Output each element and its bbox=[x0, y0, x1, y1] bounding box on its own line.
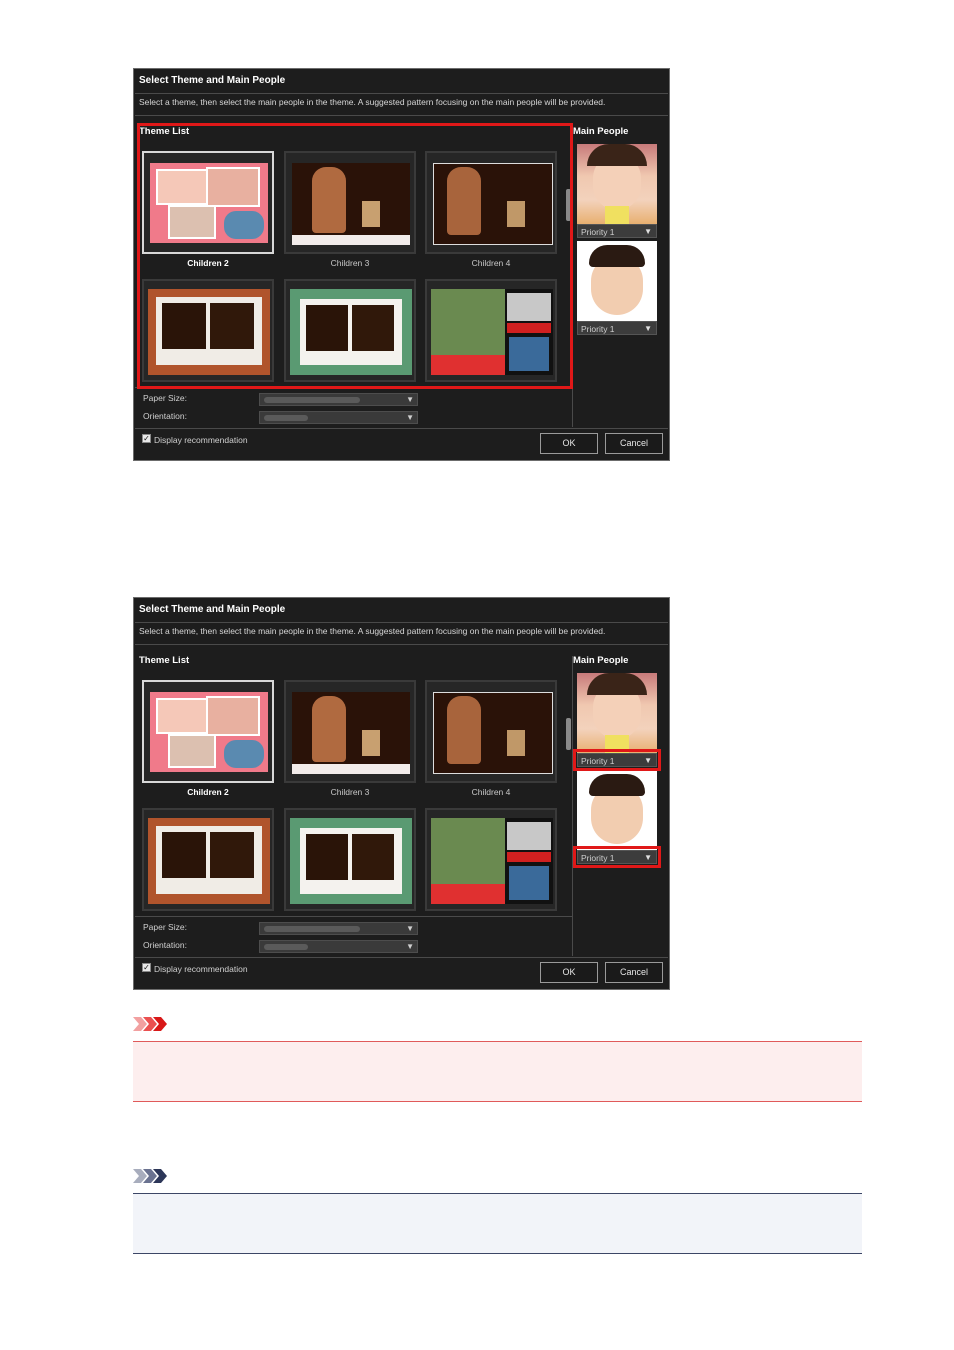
ok-button[interactable]: OK bbox=[540, 962, 598, 983]
main-people-label: Main People bbox=[573, 126, 629, 137]
divider bbox=[572, 656, 573, 956]
theme-thumbnail[interactable] bbox=[142, 151, 274, 254]
theme-caption: Children 2 bbox=[187, 258, 229, 268]
orientation-label: Orientation: bbox=[143, 940, 187, 950]
priority-value: Priority 1 bbox=[581, 324, 615, 334]
dialog-description: Select a theme, then select the main peo… bbox=[139, 626, 606, 636]
important-chevrons-icon bbox=[133, 1017, 167, 1031]
divider bbox=[135, 957, 668, 958]
theme-thumbnail[interactable] bbox=[142, 808, 274, 911]
note-notice-body bbox=[133, 1193, 862, 1254]
paper-size-select[interactable]: ▼ bbox=[259, 922, 418, 935]
theme-thumbnail[interactable] bbox=[425, 151, 557, 254]
dialog-title: Select Theme and Main People bbox=[139, 75, 286, 86]
theme-thumbnail[interactable] bbox=[425, 808, 557, 911]
divider bbox=[135, 93, 668, 94]
divider bbox=[135, 387, 572, 388]
priority-dropdown[interactable]: Priority 1 ▼ bbox=[577, 224, 657, 238]
dialog-title: Select Theme and Main People bbox=[139, 604, 286, 615]
priority-value: Priority 1 bbox=[581, 853, 615, 863]
orientation-select[interactable]: ▼ bbox=[259, 411, 418, 424]
person-photo[interactable] bbox=[577, 770, 657, 850]
theme-thumbnail[interactable] bbox=[425, 680, 557, 783]
dropdown-arrow-icon: ▼ bbox=[406, 924, 414, 933]
display-recommendation-checkbox[interactable]: ✓ bbox=[142, 963, 151, 972]
priority-dropdown[interactable]: Priority 1 ▼ bbox=[577, 850, 657, 864]
select-theme-dialog: Select Theme and Main People Select a th… bbox=[133, 597, 670, 990]
important-notice-body bbox=[133, 1041, 862, 1102]
theme-list-scrollbar[interactable] bbox=[566, 718, 571, 750]
blurred-value bbox=[264, 926, 360, 932]
person-photo[interactable] bbox=[577, 144, 657, 224]
priority-value: Priority 1 bbox=[581, 756, 615, 766]
dropdown-arrow-icon: ▼ bbox=[644, 324, 652, 333]
divider bbox=[135, 115, 668, 116]
dropdown-arrow-icon: ▼ bbox=[406, 395, 414, 404]
divider bbox=[135, 644, 668, 645]
dropdown-arrow-icon: ▼ bbox=[406, 413, 414, 422]
paper-size-label: Paper Size: bbox=[143, 922, 187, 932]
divider bbox=[135, 428, 668, 429]
display-recommendation-checkbox[interactable]: ✓ bbox=[142, 434, 151, 443]
dropdown-arrow-icon: ▼ bbox=[644, 756, 652, 765]
note-chevrons-icon bbox=[133, 1169, 167, 1183]
theme-caption: Children 3 bbox=[330, 787, 370, 797]
dropdown-arrow-icon: ▼ bbox=[644, 227, 652, 236]
priority-dropdown[interactable]: Priority 1 ▼ bbox=[577, 753, 657, 767]
display-recommendation-label: Display recommendation bbox=[154, 435, 248, 445]
paper-size-label: Paper Size: bbox=[143, 393, 187, 403]
theme-list-label: Theme List bbox=[139, 655, 190, 666]
orientation-select[interactable]: ▼ bbox=[259, 940, 418, 953]
dropdown-arrow-icon: ▼ bbox=[644, 853, 652, 862]
dialog-description: Select a theme, then select the main peo… bbox=[139, 97, 606, 107]
cancel-button[interactable]: Cancel bbox=[605, 433, 663, 454]
important-notice bbox=[133, 1016, 862, 1102]
theme-list-scrollbar[interactable] bbox=[566, 189, 571, 221]
theme-thumbnail[interactable] bbox=[284, 151, 416, 254]
dropdown-arrow-icon: ▼ bbox=[406, 942, 414, 951]
theme-thumbnail[interactable] bbox=[284, 279, 416, 382]
select-theme-dialog: Select Theme and Main People Select a th… bbox=[133, 68, 670, 461]
ok-button[interactable]: OK bbox=[540, 433, 598, 454]
theme-thumbnail[interactable] bbox=[284, 680, 416, 783]
main-people-label: Main People bbox=[573, 655, 629, 666]
cancel-button[interactable]: Cancel bbox=[605, 962, 663, 983]
theme-thumbnail[interactable] bbox=[284, 808, 416, 911]
theme-list-label: Theme List bbox=[139, 126, 190, 137]
person-photo[interactable] bbox=[577, 673, 657, 753]
paper-size-select[interactable]: ▼ bbox=[259, 393, 418, 406]
theme-thumbnail[interactable] bbox=[142, 279, 274, 382]
priority-value: Priority 1 bbox=[581, 227, 615, 237]
person-photo[interactable] bbox=[577, 241, 657, 321]
divider bbox=[135, 622, 668, 623]
theme-caption: Children 3 bbox=[330, 258, 370, 268]
theme-caption: Children 4 bbox=[471, 787, 511, 797]
divider bbox=[572, 127, 573, 427]
theme-thumbnail[interactable] bbox=[425, 279, 557, 382]
note-notice bbox=[133, 1168, 862, 1254]
blurred-value bbox=[264, 397, 360, 403]
blurred-value bbox=[264, 415, 308, 421]
orientation-label: Orientation: bbox=[143, 411, 187, 421]
divider bbox=[135, 916, 572, 917]
priority-dropdown[interactable]: Priority 1 ▼ bbox=[577, 321, 657, 335]
theme-caption: Children 2 bbox=[187, 787, 229, 797]
blurred-value bbox=[264, 944, 308, 950]
display-recommendation-label: Display recommendation bbox=[154, 964, 248, 974]
theme-caption: Children 4 bbox=[471, 258, 511, 268]
theme-thumbnail[interactable] bbox=[142, 680, 274, 783]
